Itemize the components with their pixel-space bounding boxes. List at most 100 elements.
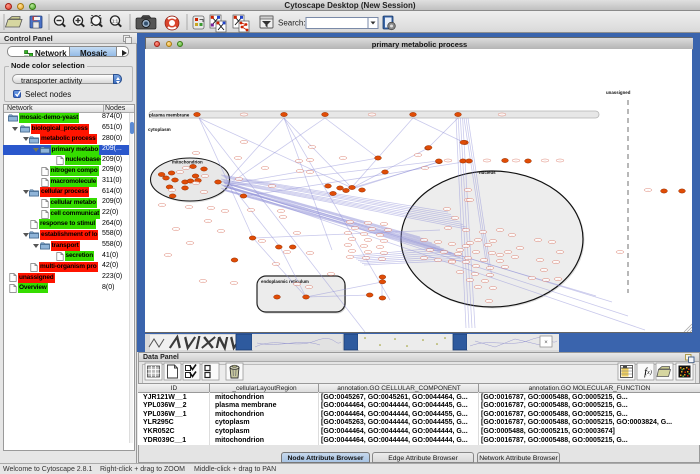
svg-text:···: ···: [309, 252, 312, 255]
svg-text:···: ···: [469, 279, 472, 282]
svg-text:···: ···: [559, 160, 562, 163]
svg-text:···: ···: [371, 114, 374, 117]
svg-text:···: ···: [280, 210, 283, 213]
svg-text:···: ···: [271, 185, 274, 188]
svg-text:···: ···: [482, 231, 485, 234]
svg-text:···: ···: [342, 157, 345, 160]
svg-text:···: ···: [210, 207, 213, 210]
svg-text:···: ···: [465, 245, 468, 248]
svg-text:···: ···: [381, 258, 384, 261]
svg-text:···: ···: [423, 257, 426, 260]
svg-text:×: ×: [544, 340, 548, 346]
svg-text:···: ···: [559, 251, 562, 254]
svg-text:···: ···: [189, 242, 192, 245]
svg-text:endoplasmic reticulum: endoplasmic reticulum: [261, 279, 309, 284]
svg-text:···: ···: [379, 234, 382, 237]
svg-text:···: ···: [474, 273, 477, 276]
svg-text:···: ···: [491, 252, 494, 255]
svg-text:···: ···: [383, 252, 386, 255]
svg-text:···: ···: [171, 189, 174, 192]
svg-text:···: ···: [543, 269, 546, 272]
svg-text:···: ···: [489, 274, 492, 277]
svg-text:···: ···: [531, 277, 534, 280]
svg-text:···: ···: [308, 286, 311, 289]
svg-text:···: ···: [447, 160, 450, 163]
svg-text:···: ···: [243, 114, 246, 117]
svg-text:···: ···: [383, 240, 386, 243]
svg-text:···: ···: [379, 246, 382, 249]
svg-text:···: ···: [484, 280, 487, 283]
svg-text:···: ···: [519, 247, 522, 250]
svg-text:···: ···: [185, 167, 188, 170]
svg-text:···: ···: [647, 189, 650, 192]
svg-text:···: ···: [467, 257, 470, 260]
svg-text:···: ···: [475, 251, 478, 254]
svg-text:···: ···: [454, 217, 457, 220]
svg-text:···: ···: [367, 239, 370, 242]
svg-text:···: ···: [233, 282, 236, 285]
svg-text:nucleus: nucleus: [479, 170, 496, 175]
svg-text:···: ···: [349, 221, 352, 224]
svg-text:···: ···: [465, 261, 468, 264]
svg-text:···: ···: [447, 227, 450, 230]
svg-text:cytoplasm: cytoplasm: [148, 127, 171, 132]
svg-text:···: ···: [544, 160, 547, 163]
svg-text:···: ···: [347, 232, 350, 235]
svg-text:···: ···: [459, 271, 462, 274]
svg-text:···: ···: [349, 256, 352, 259]
svg-text:···: ···: [488, 300, 491, 303]
svg-text:···: ···: [437, 241, 440, 244]
svg-text:···: ···: [465, 229, 468, 232]
svg-text:···: ···: [537, 239, 540, 242]
svg-text:···: ···: [492, 240, 495, 243]
svg-text:···: ···: [207, 220, 210, 223]
svg-text:···: ···: [195, 182, 198, 185]
svg-text:···: ···: [486, 160, 489, 163]
svg-text:···: ···: [179, 171, 182, 174]
svg-text:···: ···: [487, 244, 490, 247]
svg-text:···: ···: [619, 251, 622, 254]
svg-text:···: ···: [555, 261, 558, 264]
svg-text:···: ···: [261, 240, 264, 243]
svg-text:···: ···: [203, 191, 206, 194]
svg-text:(x): (x): [645, 369, 652, 376]
svg-text:···: ···: [501, 114, 504, 117]
svg-text:···: ···: [195, 152, 198, 155]
svg-text:···: ···: [423, 239, 426, 242]
svg-text:···: ···: [363, 233, 366, 236]
svg-text:···: ···: [224, 210, 227, 213]
svg-text:···: ···: [469, 199, 472, 202]
svg-text:···: ···: [250, 209, 253, 212]
svg-text:1:1: 1:1: [112, 19, 119, 24]
svg-text:···: ···: [238, 178, 241, 181]
svg-text:···: ···: [202, 280, 205, 283]
svg-text:···: ···: [477, 286, 480, 289]
svg-text:···: ···: [511, 234, 514, 237]
svg-text:···: ···: [363, 245, 366, 248]
svg-text:···: ···: [504, 266, 507, 269]
svg-text:···: ···: [367, 251, 370, 254]
svg-text:···: ···: [387, 229, 390, 232]
svg-text:···: ···: [557, 278, 560, 281]
svg-text:···: ···: [499, 260, 502, 263]
svg-text:···: ···: [467, 189, 470, 192]
svg-text:···: ···: [457, 253, 460, 256]
svg-text:···: ···: [451, 243, 454, 246]
svg-text:···: ···: [489, 267, 492, 270]
svg-text:Search:: Search:: [278, 19, 306, 28]
svg-text:···: ···: [351, 250, 354, 253]
svg-text:···: ···: [469, 242, 472, 245]
svg-text:···: ···: [365, 257, 368, 260]
svg-text:···: ···: [515, 160, 518, 163]
svg-text:···: ···: [477, 239, 480, 242]
svg-text:···: ···: [311, 146, 314, 149]
svg-text:···: ···: [286, 251, 289, 254]
svg-text:···: ···: [282, 216, 285, 219]
svg-text:···: ···: [424, 167, 427, 170]
svg-text:···: ···: [237, 157, 240, 160]
svg-text:···: ···: [296, 232, 299, 235]
svg-text:···: ···: [330, 273, 333, 276]
svg-text:···: ···: [161, 204, 164, 207]
svg-text:···: ···: [492, 287, 495, 290]
svg-text:···: ···: [451, 261, 454, 264]
